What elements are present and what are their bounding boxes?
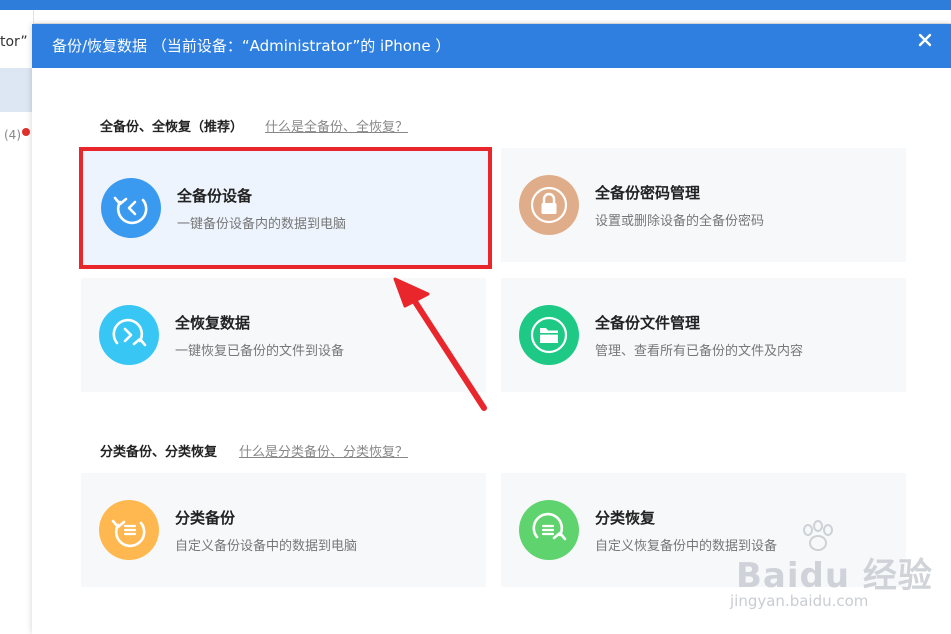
restore-arrow-icon: [99, 305, 159, 365]
backup-arrow-icon: [101, 178, 161, 238]
help-link-category[interactable]: 什么是分类备份、分类恢复？: [239, 441, 408, 460]
category-backup-icon: [99, 500, 159, 560]
card-category-backup[interactable]: 分类备份 自定义备份设备中的数据到电脑: [81, 473, 486, 587]
close-icon: [918, 33, 932, 47]
background-sidebar: tor” (4): [0, 10, 34, 634]
card-title: 全备份设备: [177, 187, 253, 205]
card-full-backup[interactable]: 全备份设备 一键备份设备内的数据到电脑: [83, 151, 488, 265]
card-backup-password[interactable]: 全备份密码管理 设置或删除设备的全备份密码: [501, 148, 906, 262]
notification-dot: [22, 128, 30, 136]
card-title: 全备份文件管理: [595, 314, 701, 332]
section-title-full: 全备份、全恢复（推荐）: [100, 119, 244, 135]
section-title-category: 分类备份、分类恢复: [100, 444, 218, 460]
card-description: 一键备份设备内的数据到电脑: [177, 217, 347, 232]
background-text-fragment: tor”: [0, 34, 28, 50]
card-title: 分类备份: [175, 509, 236, 527]
card-backup-files[interactable]: 全备份文件管理 管理、查看所有已备份的文件及内容: [501, 278, 906, 392]
background-badge-count: (4): [4, 128, 21, 142]
card-category-restore[interactable]: 分类恢复 自定义恢复备份中的数据到设备: [501, 473, 906, 587]
background-title-bar: [0, 0, 951, 10]
lock-icon: [519, 175, 579, 235]
card-description: 管理、查看所有已备份的文件及内容: [595, 344, 804, 359]
card-description: 自定义恢复备份中的数据到设备: [595, 539, 778, 554]
help-link-full[interactable]: 什么是全备份、全恢复？: [265, 116, 408, 135]
background-toolbar: [34, 10, 951, 24]
card-title: 分类恢复: [595, 509, 656, 527]
card-title: 全恢复数据: [175, 314, 251, 332]
card-full-restore[interactable]: 全恢复数据 一键恢复已备份的文件到设备: [81, 278, 486, 392]
background-selected-row: [0, 68, 34, 112]
dialog-title: 备份/恢复数据 （当前设备：“Administrator”的 iPhone ）: [52, 37, 451, 55]
section-header-full: 全备份、全恢复（推荐） 什么是全备份、全恢复？: [100, 115, 408, 135]
dialog-header: 备份/恢复数据 （当前设备：“Administrator”的 iPhone ）: [32, 24, 951, 68]
card-description: 一键恢复已备份的文件到设备: [175, 344, 345, 359]
category-restore-icon: [519, 500, 579, 560]
card-description: 自定义备份设备中的数据到电脑: [175, 539, 358, 554]
close-button[interactable]: [913, 28, 937, 52]
folder-icon: [519, 305, 579, 365]
backup-restore-dialog: 备份/恢复数据 （当前设备：“Administrator”的 iPhone ） …: [32, 24, 951, 634]
card-title: 全备份密码管理: [595, 184, 701, 202]
card-description: 设置或删除设备的全备份密码: [595, 214, 765, 229]
section-header-category: 分类备份、分类恢复 什么是分类备份、分类恢复？: [100, 440, 408, 460]
